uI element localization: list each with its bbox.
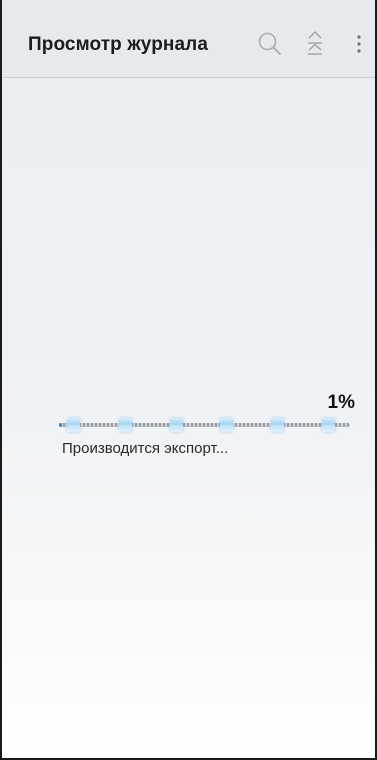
progress-marker [170,418,183,432]
log-viewer-screen: Просмотр журнала 1% Производится экспорт… [0,0,377,760]
progress-fill [59,423,62,427]
progress-marker [322,418,335,432]
export-status-text: Производится экспорт... [62,440,229,457]
collapse-all-icon [308,31,322,55]
page-title: Просмотр журнала [28,34,208,55]
more-options-button[interactable] [347,28,371,60]
progress-marker [271,418,284,432]
progress-track [59,423,350,427]
progress-marker [67,418,80,432]
collapse-all-button[interactable] [299,28,331,60]
progress-marker [220,418,233,432]
more-vertical-icon [357,35,361,53]
search-button[interactable] [254,28,286,60]
progress-bar [59,418,350,432]
search-icon [258,32,281,55]
app-bar: Просмотр журнала [2,0,375,78]
progress-percent: 1% [327,392,355,413]
export-progress: 1% Производится экспорт... [2,380,375,480]
progress-marker [119,418,132,432]
